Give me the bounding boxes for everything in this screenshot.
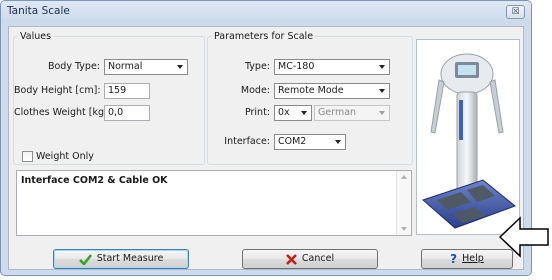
weight-only-label: Weight Only (36, 151, 94, 162)
close-icon: ☒ (511, 7, 520, 17)
interface-label: Interface: (224, 136, 270, 147)
body-composition-scale-illustration (422, 53, 516, 229)
start-measure-label: Start Measure (96, 253, 164, 264)
clothes-weight-label: Clothes Weight [kg]: (14, 107, 111, 118)
x-icon (285, 253, 297, 265)
parameters-legend: Parameters for Scale (214, 31, 314, 42)
chevron-down-icon (379, 89, 385, 93)
body-type-label: Body Type: (47, 61, 100, 72)
scroll-up-icon (401, 175, 407, 179)
parameters-group: Parameters for Scale Type: MC-180 Mode: … (207, 31, 413, 165)
left-arrow-icon (498, 216, 549, 258)
type-value: MC-180 (278, 61, 315, 72)
chevron-down-icon (301, 111, 307, 115)
mode-value: Remote Mode (278, 85, 344, 96)
dialog-client: Values Body Type: Normal Body Height [cm… (8, 26, 524, 270)
body-height-field[interactable]: 159 (104, 83, 150, 99)
values-legend: Values (20, 31, 52, 42)
scale-device-image (416, 39, 520, 235)
status-text: Interface COM2 & Cable OK (21, 175, 168, 186)
cancel-button[interactable]: Cancel (242, 249, 378, 269)
checkmark-icon (78, 253, 92, 265)
interface-value: COM2 (278, 136, 307, 147)
title-bar: Tanita Scale ☒ (1, 1, 531, 23)
print-language-select[interactable]: German (314, 105, 390, 121)
body-height-value: 159 (108, 85, 127, 96)
clothes-weight-value: 0,0 (108, 107, 124, 118)
close-button[interactable]: ☒ (506, 5, 525, 19)
help-label: Help (462, 253, 484, 264)
question-icon: ? (450, 252, 458, 266)
print-language-value: German (318, 107, 357, 118)
print-count-select[interactable]: 0x (274, 105, 312, 121)
weight-only-checkbox[interactable] (22, 151, 33, 162)
chevron-down-icon (335, 140, 341, 144)
clothes-weight-field[interactable]: 0,0 (104, 105, 150, 121)
body-height-label: Body Height [cm]: (14, 85, 101, 96)
chevron-down-icon (379, 65, 385, 69)
print-count-value: 0x (278, 107, 290, 118)
values-group: Values Body Type: Normal Body Height [cm… (13, 31, 205, 165)
chevron-down-icon (177, 65, 183, 69)
interface-select[interactable]: COM2 (274, 134, 346, 150)
type-label: Type: (244, 61, 270, 72)
mode-select[interactable]: Remote Mode (274, 83, 390, 99)
cancel-label: Cancel (301, 253, 335, 264)
status-scrollbar[interactable] (396, 171, 411, 235)
body-type-value: Normal (108, 61, 143, 72)
scroll-down-icon (401, 227, 407, 231)
chevron-down-icon (379, 111, 385, 115)
dialog-window: Tanita Scale ☒ Values Body Type: Normal … (0, 0, 532, 276)
type-select[interactable]: MC-180 (274, 59, 390, 75)
mode-label: Mode: (240, 85, 270, 96)
body-type-select[interactable]: Normal (104, 59, 188, 75)
window-title: Tanita Scale (7, 5, 70, 17)
print-label: Print: (244, 107, 270, 118)
start-measure-button[interactable]: Start Measure (53, 249, 189, 269)
status-box[interactable]: Interface COM2 & Cable OK (16, 170, 412, 236)
